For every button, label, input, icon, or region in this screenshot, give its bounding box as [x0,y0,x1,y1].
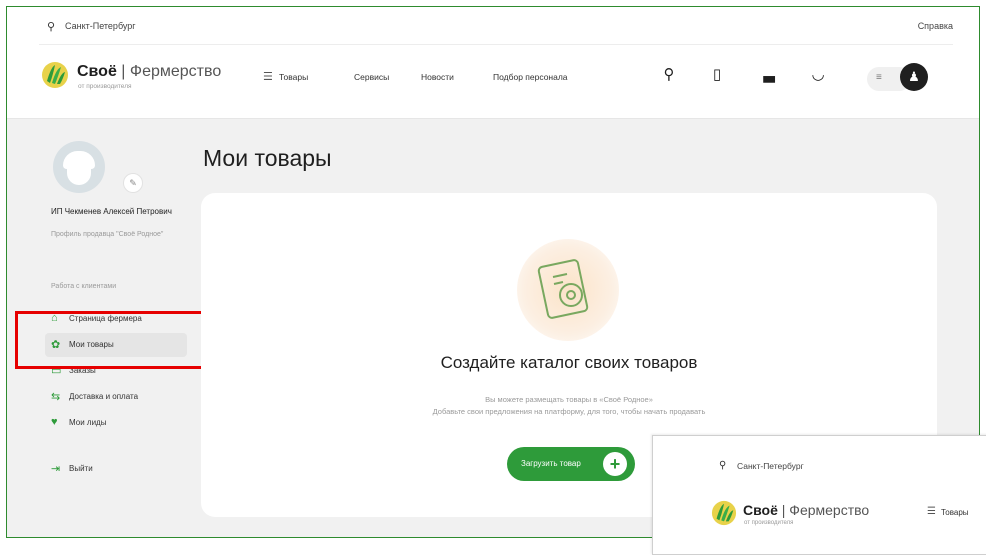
help-link[interactable]: Справка [918,21,953,31]
logout-icon: ⇥ [51,463,61,475]
nav-products[interactable]: Товары [941,508,969,517]
profile-subtitle: Профиль продавца "Своё Родное" [51,231,164,238]
brand-separator: | [777,502,790,518]
section-label: Работа с клиентами [51,283,117,290]
top-bar: ⚲ Санкт-Петербург Справка [7,7,979,45]
location-pin-icon: ⚲ [47,21,56,33]
search-icon[interactable]: ⚲ [659,65,679,83]
city-selector[interactable]: Санкт-Петербург [737,461,804,471]
sidebar-item-delivery[interactable]: ⇆ Доставка и оплата [45,385,187,409]
delivery-icon: ⇆ [51,391,61,403]
sidebar-item-label: Доставка и оплата [69,392,139,401]
list-icon: ≡ [876,72,882,83]
brand-bold: Своё [743,502,778,518]
site-header: ⚲ Санкт-Петербург Справка Своё | Фермерс… [7,7,979,119]
upload-product-button[interactable]: Загрузить товар + [507,447,635,481]
catalog-illustration-icon [517,239,619,341]
menu-icon[interactable]: ☰ [263,70,273,83]
brand-tagline: от производителя [744,520,794,526]
bookmark-icon[interactable]: ▯ [707,65,727,83]
sidebar-item-leads[interactable]: ♥ Мои лиды [45,411,187,435]
empty-state-description: Вы можете размещать товары в «Своё Родно… [485,395,653,404]
page-title: Мои товары [203,145,332,171]
sidebar-item-label: Выйти [69,464,93,473]
avatar-face [67,167,91,185]
divider [39,44,953,45]
chart-icon[interactable]: ▃ [759,65,779,83]
logo-icon[interactable] [711,500,737,526]
brand-name[interactable]: Своё | Фермерство [77,63,221,81]
menu-icon[interactable]: ☰ [927,506,936,517]
empty-state-title: Создайте каталог своих товаров [440,353,698,372]
basket-icon[interactable]: ◡ [808,65,828,83]
sidebar-item-label: Мои лиды [69,418,107,427]
upload-button-label: Загрузить товар [521,459,581,468]
plus-icon: + [603,452,627,476]
avatar [53,141,105,193]
brand-thin: Фермерство [129,63,222,80]
city-selector[interactable]: Санкт-Петербург [65,21,136,31]
logo-icon[interactable] [41,61,69,89]
nav-news[interactable]: Новости [421,72,454,82]
profile-name: ИП Чекменев Алексей Петрович [51,207,172,216]
brand-tagline: от производителя [78,83,132,90]
sidebar-item-logout[interactable]: ⇥ Выйти [45,457,187,481]
nav-recruitment[interactable]: Подбор персонала [493,72,568,82]
selection-highlight [15,311,212,369]
location-pin-icon: ⚲ [719,460,727,471]
nav-services[interactable]: Сервисы [354,72,389,82]
nav-products[interactable]: Товары [279,72,308,82]
overlay-screenshot: ⚲ Санкт-Петербург Своё | Фермерство от п… [652,435,986,555]
user-avatar-button[interactable]: ♟ [900,63,928,91]
leads-icon: ♥ [51,416,58,428]
edit-avatar-icon[interactable]: ✎ [123,173,143,193]
brand-name[interactable]: Своё | Фермерство [743,502,869,518]
brand-bold: Своё [77,63,117,80]
brand-thin: Фермерство [789,502,870,518]
brand-separator: | [116,63,130,80]
empty-state-description: Добавьте свои предложения на платформу, … [432,407,706,416]
